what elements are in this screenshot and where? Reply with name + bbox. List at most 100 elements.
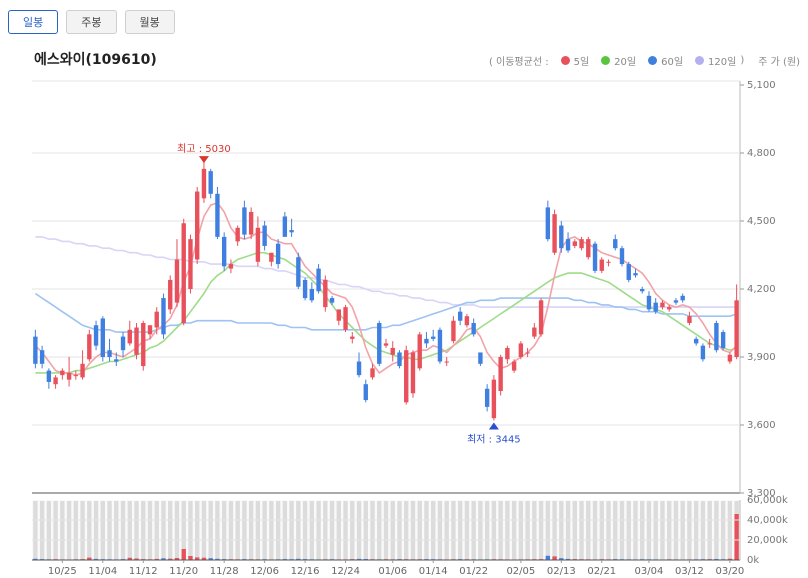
candle (464, 313, 470, 328)
candle (296, 252, 301, 289)
volume-track (242, 501, 247, 560)
candle (700, 343, 706, 362)
volume-track (437, 501, 443, 560)
volume-track (141, 501, 146, 560)
candle-body (505, 347, 510, 360)
high-marker (198, 156, 209, 164)
candle (565, 232, 571, 253)
volume-track (457, 501, 463, 560)
volume-track (269, 501, 274, 560)
candle-body (329, 298, 335, 303)
candle (559, 221, 564, 253)
candle (693, 336, 699, 346)
candle-body (660, 302, 665, 308)
candle-body (343, 307, 348, 330)
candle-body (53, 377, 58, 385)
candle (431, 329, 436, 342)
candle-body (73, 375, 79, 377)
candle-body (599, 259, 604, 271)
volume-track (619, 501, 625, 560)
volume-track (356, 501, 362, 560)
candle-body (404, 350, 409, 403)
volume-track (444, 501, 449, 560)
candle-body (727, 354, 733, 362)
price-grid (32, 80, 741, 494)
candle (457, 307, 463, 326)
volume-track (323, 501, 328, 560)
high-low-annotations: 최고 : 5030 최저 : 3445 (177, 143, 521, 445)
candle-body (511, 361, 517, 371)
candle-body (195, 191, 200, 260)
candle-body (370, 368, 375, 378)
y-tick-label: 3,900 (747, 352, 776, 363)
candle-body (464, 316, 470, 326)
candle-body (350, 336, 355, 339)
candle (323, 275, 328, 312)
x-tick-label: 11/12 (129, 566, 158, 577)
candle-body (552, 214, 557, 253)
volume-track (565, 501, 571, 560)
high-label: 최고 : 5030 (177, 143, 231, 155)
volume-track (60, 501, 65, 560)
candle-body (356, 361, 362, 376)
candle-body (687, 316, 692, 323)
volume-track (33, 501, 38, 560)
candle (599, 257, 604, 274)
volume-track (538, 501, 544, 560)
volume-track (464, 501, 470, 560)
candle (377, 320, 382, 367)
volume-bar (734, 514, 739, 560)
volume-track (626, 501, 631, 560)
candle-body (208, 171, 213, 194)
volume-track (46, 501, 52, 560)
volume-track (592, 501, 598, 560)
volume-track (350, 501, 355, 560)
volume-track (484, 501, 490, 560)
candle (275, 239, 281, 269)
candle-body (168, 279, 173, 310)
volume-track (174, 501, 180, 560)
volume-track (343, 501, 348, 560)
candle-body (161, 298, 166, 335)
candle-body (545, 207, 551, 240)
x-tick-label: 03/20 (715, 566, 744, 577)
candle-body (633, 273, 638, 276)
candle-body (613, 239, 618, 249)
candlestick-chart: 3,3003,6003,9004,2004,5004,8005,100 0k20… (32, 80, 788, 577)
volume-track (208, 501, 213, 560)
candle (619, 245, 625, 267)
x-tick-label: 02/05 (506, 566, 535, 577)
candle-body (457, 311, 463, 321)
y-tick-label: 4,500 (747, 216, 776, 227)
volume-track (262, 501, 267, 560)
candle-body (693, 338, 699, 344)
candle (235, 225, 240, 246)
candle-body (667, 307, 672, 310)
x-tick-label: 03/12 (675, 566, 704, 577)
candle (316, 264, 321, 294)
volume-track (586, 501, 591, 560)
candle-body (606, 261, 611, 263)
candle-body (572, 241, 577, 246)
candle (646, 291, 652, 312)
candle-body (377, 323, 382, 364)
candle-body (302, 279, 308, 299)
candle (437, 327, 443, 364)
candle-body (720, 332, 726, 348)
candle-body (700, 345, 706, 360)
candle-body (235, 227, 240, 242)
volume-track (707, 501, 712, 560)
x-tick-label: 12/24 (331, 566, 360, 577)
volume-track (53, 501, 58, 560)
candle (707, 338, 712, 348)
candle-body (484, 388, 490, 407)
candle (107, 338, 112, 362)
volume-track (275, 501, 281, 560)
candle-body (626, 264, 631, 280)
volume-track (107, 501, 112, 560)
volume-track (640, 501, 645, 560)
x-tick-label: 11/28 (210, 566, 239, 577)
candle-body (87, 334, 92, 360)
candle (93, 320, 99, 351)
candle (491, 375, 497, 421)
